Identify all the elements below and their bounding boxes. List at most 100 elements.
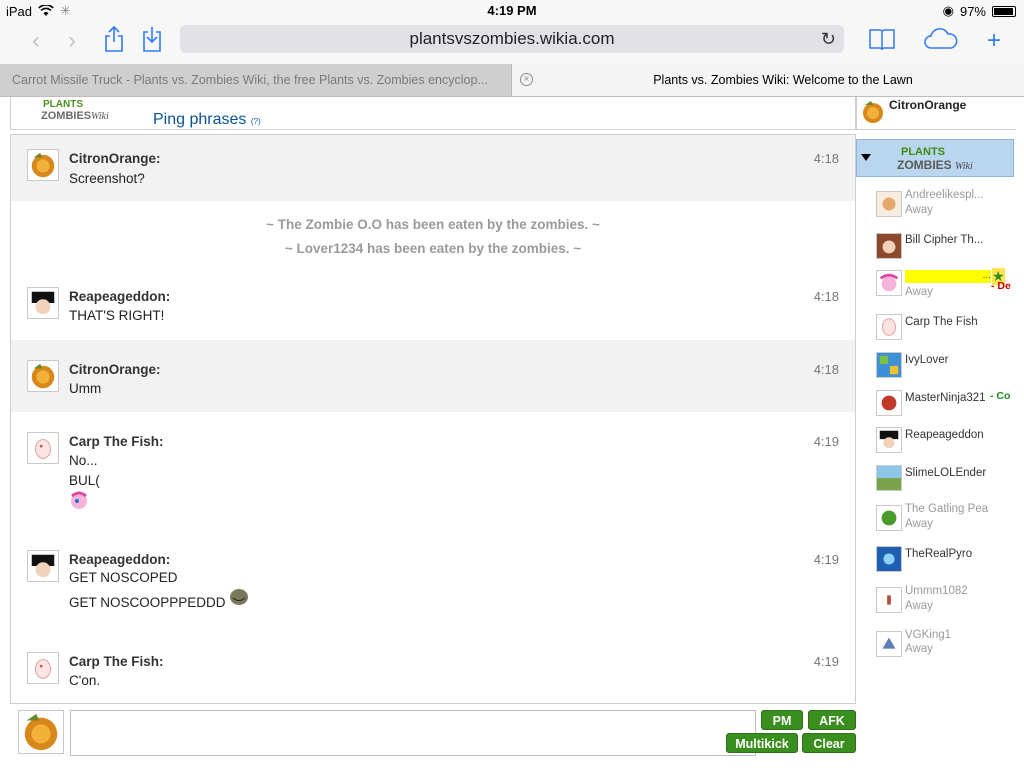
user-avatar (27, 287, 59, 319)
message-text: Umm (69, 381, 102, 396)
tab-bar: Carrot Missile Truck - Plants vs. Zombie… (0, 64, 1024, 97)
user-tag: - De (991, 280, 1011, 292)
clear-button[interactable]: Clear (802, 733, 856, 753)
svg-text:PLANTS: PLANTS (43, 99, 83, 110)
self-username: CitronOrange (889, 98, 967, 112)
chat-header: PLANTS ZOMBIES Wiki Ping phrases (?) (10, 97, 856, 130)
pony-emoticon-icon (71, 491, 87, 509)
message-username[interactable]: Carp The Fish: (69, 434, 164, 449)
user-avatar (876, 546, 902, 572)
tab-title: Plants vs. Zombies Wiki: Welcome to the … (653, 73, 913, 87)
user-status: Away (905, 600, 933, 612)
message-time: 4:19 (813, 654, 839, 669)
url-text: plantsvszombies.wikia.com (409, 29, 615, 48)
ping-phrases-link[interactable]: Ping phrases (?) (153, 111, 261, 129)
user-name: SlimeLOLEnder (905, 467, 987, 479)
user-status: Away (905, 518, 933, 530)
user-avatar (876, 314, 902, 340)
user-avatar (876, 270, 902, 296)
user-avatar (876, 390, 902, 416)
user-name: VGKing1 (905, 629, 952, 641)
chat-message: Reapeageddon: THAT'S RIGHT! 4:18 (11, 275, 855, 337)
afk-button[interactable]: AFK (808, 710, 856, 730)
user-status: Away (905, 204, 933, 216)
pvz-wiki-logo: PLANTS ZOMBIES Wiki (41, 99, 109, 122)
icloud-icon[interactable] (922, 26, 960, 56)
user-avatar (27, 149, 59, 181)
close-tab-icon[interactable]: × (520, 73, 533, 86)
pm-button[interactable]: PM (761, 710, 803, 730)
pvz-wiki-banner-logo: PLANTS ZOMBIES Wiki (897, 146, 973, 172)
message-username[interactable]: Reapeageddon: (69, 552, 170, 567)
message-time: 4:19 (813, 552, 839, 567)
reload-icon[interactable]: ↻ (821, 25, 836, 53)
address-bar[interactable]: plantsvszombies.wikia.com ↻ (180, 25, 844, 53)
back-icon[interactable]: ‹ (22, 26, 50, 56)
multikick-button[interactable]: Multikick (726, 733, 798, 753)
user-avatar (876, 587, 902, 613)
user-name: Reapeageddon (905, 429, 984, 441)
battery-percent: 97% (959, 3, 986, 19)
new-tab-icon[interactable]: + (980, 26, 1008, 56)
message-text: GET NOSCOOPPPEDDD (69, 595, 226, 610)
message-time: 4:18 (813, 289, 839, 304)
download-icon[interactable] (138, 26, 166, 56)
bookmarks-icon[interactable] (868, 26, 896, 56)
message-text: THAT'S RIGHT! (69, 308, 165, 323)
self-avatar-large (18, 710, 64, 754)
tab-welcome-lawn[interactable]: × Plants vs. Zombies Wiki: Welcome to th… (512, 64, 1024, 96)
ios-status-bar: iPad ✳ 4:19 PM ◉ 97% (0, 0, 1024, 22)
user-avatar (876, 505, 902, 531)
wiki-room-header[interactable]: PLANTS ZOMBIES Wiki (856, 139, 1014, 177)
message-username[interactable]: CitronOrange: (69, 151, 161, 166)
user-avatar (876, 191, 902, 217)
collapse-triangle-icon[interactable] (861, 154, 871, 161)
tab-title: Carrot Missile Truck - Plants vs. Zombie… (12, 73, 488, 87)
status-time: 4:19 PM (487, 3, 537, 18)
message-time: 4:18 (813, 151, 839, 166)
svg-text:Wiki: Wiki (955, 161, 973, 172)
battery-icon (992, 5, 1016, 17)
share-icon[interactable] (100, 25, 128, 56)
user-name: The Gatling Pea (905, 503, 989, 515)
user-avatar (27, 360, 59, 392)
user-avatar (876, 427, 902, 453)
user-name: IvyLover (905, 354, 949, 366)
message-input[interactable] (70, 710, 756, 756)
tab-carrot-missile-truck[interactable]: Carrot Missile Truck - Plants vs. Zombie… (0, 64, 512, 96)
chat-message: Carp The Fish: C'on. 4:19 (11, 640, 855, 702)
message-composer: PM AFK Multikick Clear (10, 706, 856, 756)
inline-alert: ~ The Zombie O.O has been eaten by the z… (266, 217, 600, 232)
inline-alert: ~ Lover1234 has been eaten by the zombie… (284, 241, 582, 256)
chat-message: CitronOrange: Screenshot? 4:18 (11, 135, 855, 201)
rotation-lock-icon: ◉ (942, 3, 954, 18)
user-name: TheRealPyro (905, 548, 973, 560)
svg-text:ZOMBIES: ZOMBIES (41, 110, 91, 122)
message-username[interactable]: Carp The Fish: (69, 654, 164, 669)
chat-page: PLANTS ZOMBIES Wiki Ping phrases (?) Cit… (0, 97, 1024, 768)
message-text: No... (69, 453, 98, 468)
user-avatar (876, 352, 902, 378)
user-name-highlight: ... (905, 270, 991, 283)
user-avatar (876, 631, 902, 657)
chat-message: Carp The Fish: No... BUL( 4:19 (11, 420, 855, 520)
message-text: Screenshot? (69, 171, 145, 186)
message-text: BUL( (69, 473, 100, 488)
chat-message: CitronOrange: Umm 4:18 (11, 340, 855, 412)
user-status: Away (905, 286, 933, 298)
message-text: C'on. (69, 673, 101, 688)
message-username[interactable]: CitronOrange: (69, 362, 161, 377)
user-avatar (27, 432, 59, 464)
svg-text:Wiki: Wiki (91, 111, 109, 122)
user-name: Andreelikespl... (905, 189, 984, 201)
user-name: Ummm1082 (905, 585, 968, 597)
forward-icon[interactable]: › (58, 26, 86, 56)
chat-log[interactable]: CitronOrange: Screenshot? 4:18 ~ The Zom… (10, 134, 856, 704)
message-text: GET NOSCOPED (69, 570, 178, 585)
user-avatar (27, 550, 59, 582)
user-tag: - Co (990, 390, 1011, 402)
user-avatar (27, 652, 59, 684)
message-username[interactable]: Reapeageddon: (69, 289, 170, 304)
message-time: 4:18 (813, 362, 839, 377)
self-user-panel: CitronOrange (856, 97, 1016, 130)
